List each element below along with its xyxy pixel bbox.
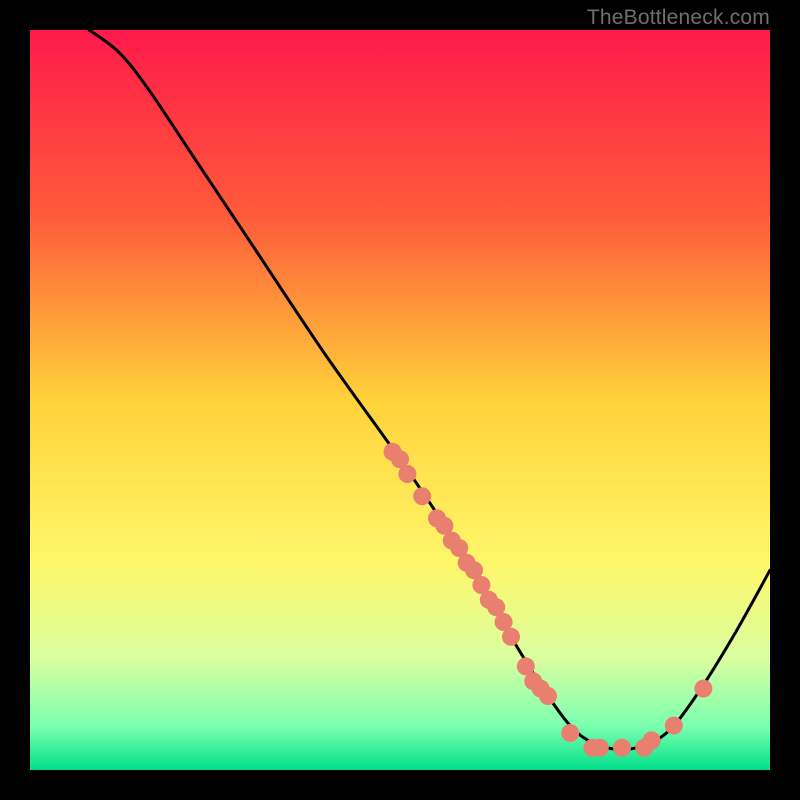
data-marker (413, 487, 431, 505)
data-marker (643, 731, 661, 749)
data-marker (591, 739, 609, 757)
data-marker (694, 680, 712, 698)
plot-area (30, 30, 770, 770)
data-marker (665, 717, 683, 735)
data-marker (613, 739, 631, 757)
chart-frame: TheBottleneck.com (0, 0, 800, 800)
data-marker (398, 465, 416, 483)
watermark-text: TheBottleneck.com (587, 6, 770, 30)
data-marker (561, 724, 579, 742)
data-marker (502, 628, 520, 646)
data-marker (539, 687, 557, 705)
gradient-background (30, 30, 770, 770)
chart-svg (30, 30, 770, 770)
